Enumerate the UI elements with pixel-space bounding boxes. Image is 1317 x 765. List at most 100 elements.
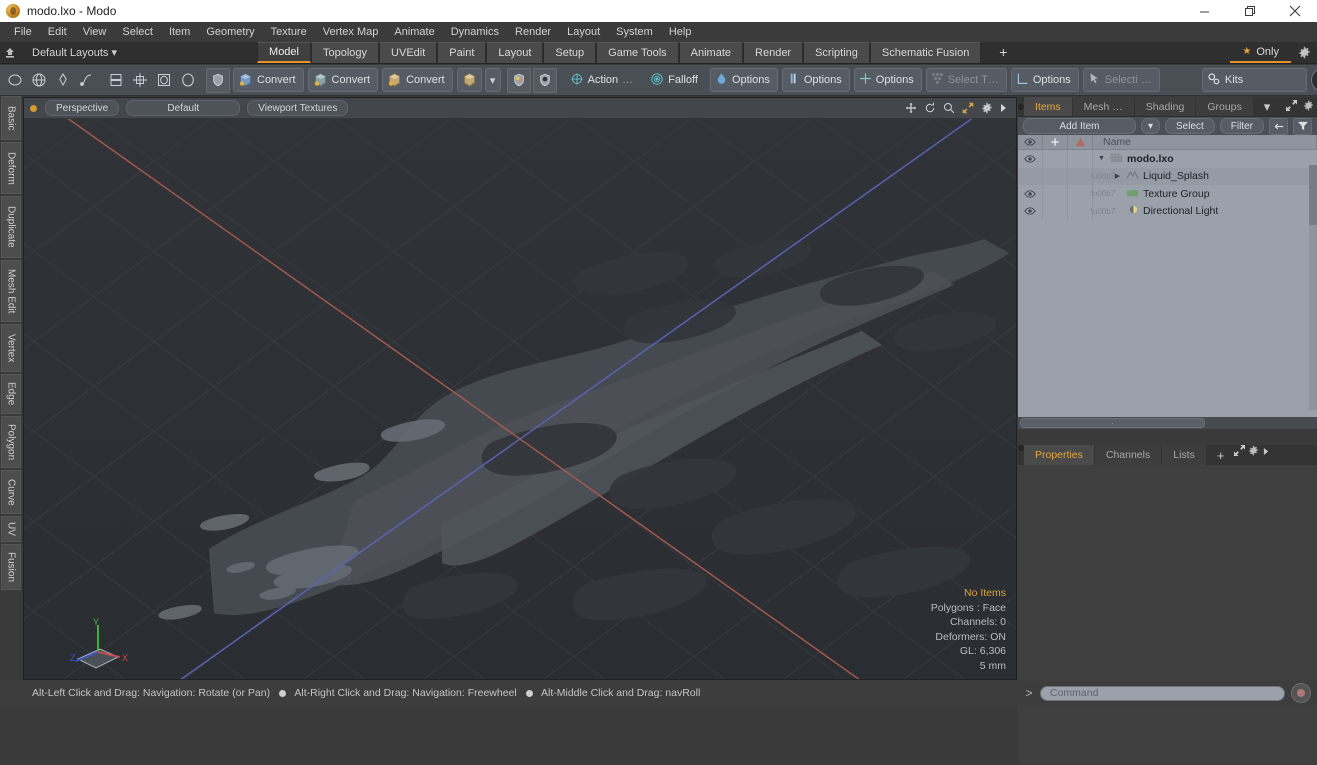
tab-setup[interactable]: Setup: [543, 41, 597, 63]
vtab-mesh-edit[interactable]: Mesh Edit: [1, 260, 21, 322]
convert-button-1[interactable]: Convert: [233, 68, 304, 92]
row-lock-cell[interactable]: [1043, 185, 1068, 203]
row-lock-cell[interactable]: [1043, 202, 1068, 220]
vtab-polygon[interactable]: Polygon: [1, 416, 21, 468]
tab-mesh[interactable]: Mesh …: [1072, 97, 1135, 116]
action-button[interactable]: Action …: [565, 68, 642, 92]
table-row[interactable]: \u00b7 Directional Light: [1018, 202, 1317, 220]
tab-uvedit[interactable]: UVEdit: [379, 41, 438, 63]
viewport-view-mode[interactable]: Perspective: [45, 100, 120, 116]
home-icon[interactable]: [0, 47, 20, 59]
rotate-icon[interactable]: [924, 102, 936, 114]
twisty-expanded-icon[interactable]: ▼: [1097, 155, 1106, 162]
twisty-collapsed-icon[interactable]: ▶: [1113, 172, 1122, 180]
options-button-1[interactable]: Options: [709, 68, 778, 92]
lock-column-header[interactable]: [1043, 134, 1068, 150]
options-button-4[interactable]: Options: [1010, 68, 1079, 92]
row-render-cell[interactable]: [1068, 150, 1093, 168]
tab-groups[interactable]: Groups: [1196, 97, 1254, 116]
viewport-menu-dot-icon[interactable]: [30, 104, 37, 112]
table-row[interactable]: \u00b7 ▶ Liquid_Splash: [1018, 167, 1317, 185]
tab-paint[interactable]: Paint: [437, 41, 487, 63]
symmetry-tool-icon[interactable]: [129, 69, 151, 92]
tab-animate[interactable]: Animate: [678, 41, 744, 63]
viewport-expand-arrow-icon[interactable]: [1000, 103, 1008, 113]
convert-dropdown-caret[interactable]: ▾: [484, 68, 501, 92]
row-lock-cell[interactable]: [1043, 150, 1068, 168]
menu-select[interactable]: Select: [114, 23, 161, 42]
items-tree[interactable]: Name ▼ modo.lxo \u00b7 ▶ Liquid_Splash \…: [1018, 134, 1317, 429]
filter-funnel-icon[interactable]: [1293, 117, 1312, 135]
vtab-deform[interactable]: Deform: [1, 142, 21, 194]
tree-item-scene[interactable]: ▼ modo.lxo: [1093, 152, 1317, 166]
tab-shading[interactable]: Shading: [1134, 97, 1197, 116]
viewport-gear-icon[interactable]: [981, 102, 993, 114]
tab-channels[interactable]: Channels: [1094, 445, 1163, 465]
add-item-dropdown-caret[interactable]: ▾: [1140, 118, 1160, 134]
vtab-fusion[interactable]: Fusion: [1, 544, 21, 590]
menu-animate[interactable]: Animate: [386, 23, 442, 42]
maximize-button[interactable]: [1227, 0, 1272, 22]
convert-icon-button[interactable]: [456, 68, 482, 92]
convert-button-3[interactable]: Convert: [382, 68, 453, 92]
kits-button[interactable]: Kits: [1201, 68, 1307, 92]
close-button[interactable]: [1272, 0, 1317, 22]
zoom-icon[interactable]: [943, 102, 955, 114]
row-visibility-toggle[interactable]: [1018, 167, 1043, 185]
menu-geometry[interactable]: Geometry: [198, 23, 262, 42]
visibility-column-header[interactable]: [1018, 134, 1043, 150]
menu-dynamics[interactable]: Dynamics: [443, 23, 507, 42]
panel-gear-icon[interactable]: [1303, 100, 1314, 114]
modo-bug-icon[interactable]: [1310, 68, 1317, 92]
row-lock-cell[interactable]: [1043, 167, 1068, 185]
vtab-duplicate[interactable]: Duplicate: [1, 196, 21, 258]
vtab-vertex[interactable]: Vertex: [1, 324, 21, 372]
shield-paint-icon[interactable]: [506, 67, 531, 93]
collapse-icon[interactable]: [1269, 117, 1288, 135]
viewport-shading-preset[interactable]: Default: [126, 100, 241, 116]
row-render-cell[interactable]: [1068, 202, 1093, 220]
fit-icon[interactable]: [962, 102, 974, 114]
tab-properties[interactable]: Properties: [1024, 445, 1095, 465]
vtab-basic[interactable]: Basic: [1, 96, 21, 140]
select-button[interactable]: Select: [1164, 118, 1215, 134]
menu-edit[interactable]: Edit: [40, 23, 75, 42]
convert-button-2[interactable]: Convert: [307, 68, 379, 92]
filter-button[interactable]: Filter: [1219, 118, 1264, 134]
row-render-cell[interactable]: [1068, 167, 1093, 185]
add-properties-tab-button[interactable]: +: [1207, 445, 1235, 465]
tab-topology[interactable]: Topology: [311, 41, 380, 63]
menu-system[interactable]: System: [608, 23, 661, 42]
menu-file[interactable]: File: [6, 23, 40, 42]
menu-item[interactable]: Item: [161, 23, 198, 42]
tree-item-texture-group[interactable]: \u00b7 Texture Group: [1091, 185, 1317, 203]
add-tab-button[interactable]: +: [981, 42, 1025, 63]
add-item-button[interactable]: Add Item: [1023, 118, 1136, 134]
row-visibility-toggle[interactable]: [1018, 185, 1043, 203]
row-visibility-toggle[interactable]: [1018, 150, 1043, 168]
falloff-button[interactable]: Falloff: [645, 68, 706, 92]
curve-tool-icon[interactable]: [76, 69, 98, 92]
tabs-overflow-caret-icon[interactable]: ▾: [1254, 97, 1281, 116]
sphere-tool-icon[interactable]: [28, 69, 50, 92]
viewport-3d[interactable]: Perspective Default Viewport Textures Y …: [23, 97, 1017, 680]
default-layouts-dropdown[interactable]: Default Layouts ▾: [24, 44, 127, 61]
table-row[interactable]: ▼ modo.lxo: [1018, 150, 1317, 168]
options-button-3[interactable]: Options: [853, 68, 922, 92]
tab-scripting[interactable]: Scripting: [803, 41, 870, 63]
tab-render[interactable]: Render: [743, 41, 804, 63]
command-record-button[interactable]: [1291, 683, 1311, 703]
tab-layout[interactable]: Layout: [486, 41, 544, 63]
vtab-uv[interactable]: UV: [1, 516, 21, 542]
tree-vertical-scrollbar[interactable]: [1309, 165, 1317, 410]
row-render-cell[interactable]: [1068, 185, 1093, 203]
shield-tool-icon[interactable]: [206, 67, 230, 93]
render-column-header[interactable]: [1068, 134, 1093, 150]
tab-lists[interactable]: Lists: [1162, 445, 1207, 465]
layout-settings-gear-icon[interactable]: [1291, 46, 1317, 59]
menu-vertex-map[interactable]: Vertex Map: [315, 23, 387, 42]
command-input[interactable]: Command: [1040, 685, 1285, 701]
tab-schematic-fusion[interactable]: Schematic Fusion: [869, 41, 982, 63]
scrollbar-thumb[interactable]: ·: [1020, 418, 1205, 428]
menu-render[interactable]: Render: [507, 23, 559, 42]
